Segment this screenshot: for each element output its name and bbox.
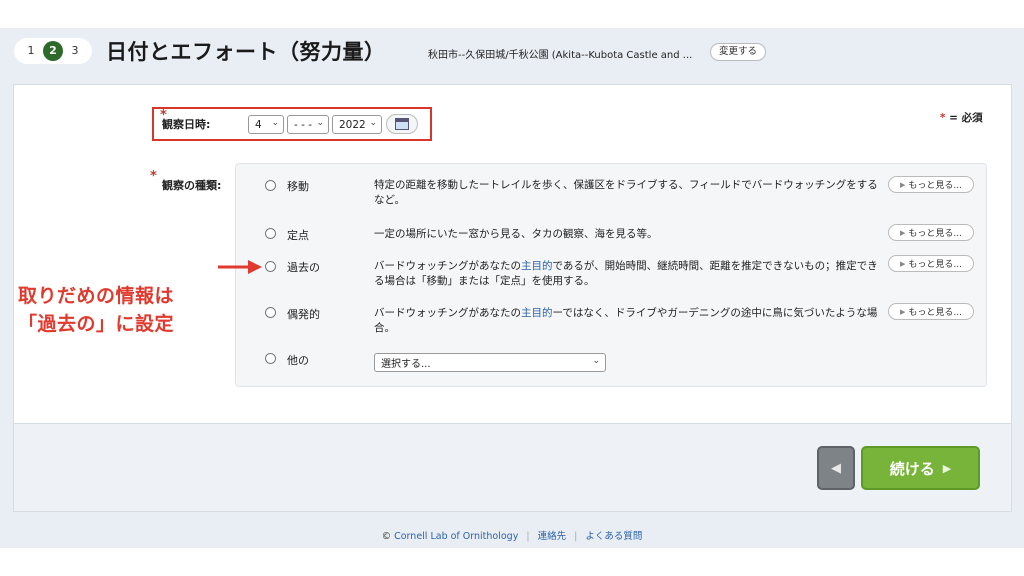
other-select-placeholder: 選択する... [381, 359, 431, 370]
forward-arrow-icon: ▶ [942, 461, 952, 475]
back-arrow-icon: ◀ [831, 460, 841, 476]
desc-text: バードウォッチングがあなたの [374, 260, 521, 272]
primary-purpose-link[interactable]: 主目的 [521, 260, 553, 272]
location-text: 秋田市--久保田城/千秋公園 (Akita--Kubota Castle and… [428, 50, 693, 61]
observation-type-panel: 移動 特定の距離を移動したートレイルを歩く、保護区をドライブする、フィールドでバ… [235, 163, 987, 387]
chevron-down-icon: ⌄ [369, 118, 377, 128]
date-label: * 観察日時: [160, 108, 211, 132]
back-button[interactable]: ◀ [817, 446, 855, 490]
more-button-stationary[interactable]: ▶ もっと見る... [888, 224, 974, 241]
faq-link[interactable]: よくある質問 [585, 531, 642, 542]
more-label: もっと見る... [908, 260, 962, 270]
year-value: 2022 [339, 118, 366, 131]
radio-incidental[interactable] [265, 307, 276, 318]
chevron-down-icon: ⌄ [592, 356, 600, 366]
more-button-incidental[interactable]: ▶ もっと見る... [888, 303, 974, 320]
option-name: 過去の [287, 261, 320, 274]
year-select[interactable]: 2022 ⌄ [332, 115, 382, 134]
other-type-select[interactable]: 選択する... ⌄ [374, 353, 606, 372]
annotation-line-2: 「過去の」に設定 [18, 313, 175, 335]
step-indicator: 1 2 3 [14, 38, 92, 64]
play-icon: ▶ [900, 307, 906, 316]
annotation-text: 取りだめの情報は 「過去の」に設定 [18, 282, 174, 338]
footer-separator: | [526, 531, 530, 542]
chevron-down-icon: ⌄ [271, 118, 279, 128]
annotation-arrow-icon [218, 260, 262, 274]
change-location-button[interactable]: 変更する [710, 43, 767, 61]
radio-other[interactable] [265, 353, 276, 364]
option-description: 一定の場所にいたー窓から見る、タカの観察、海を見る等。 [374, 228, 658, 240]
more-label: もっと見る... [908, 181, 962, 191]
date-label-text: 観察日時: [162, 118, 211, 131]
radio-traveling[interactable] [265, 180, 276, 191]
page-title: 日付とエフォート（努力量） [106, 40, 386, 64]
play-icon: ▶ [900, 180, 906, 189]
calendar-button[interactable] [386, 114, 418, 134]
observation-type-label-text: 観察の種類: [162, 179, 222, 192]
required-star: * [940, 112, 946, 124]
primary-purpose-link[interactable]: 主目的 [521, 307, 553, 319]
option-name: 移動 [287, 180, 309, 193]
date-required-star: * [160, 108, 167, 123]
play-icon: ▶ [900, 259, 906, 268]
chevron-down-icon: ⌄ [316, 118, 324, 128]
required-note: * = 必須 [940, 110, 983, 125]
month-select[interactable]: 4 ⌄ [248, 115, 284, 134]
play-icon: ▶ [900, 228, 906, 237]
more-label: もっと見る... [908, 308, 962, 318]
contact-link[interactable]: 連絡先 [538, 531, 567, 542]
annotation-line-1: 取りだめの情報は [18, 285, 175, 307]
footer-links: © Cornell Lab of Ornithology | 連絡先 | よくあ… [0, 528, 1024, 542]
radio-stationary[interactable] [265, 228, 276, 239]
type-required-star: * [150, 169, 157, 184]
month-value: 4 [255, 118, 262, 131]
continue-button[interactable]: 続ける ▶ [861, 446, 980, 490]
step-1[interactable]: 1 [21, 41, 41, 61]
more-button-traveling[interactable]: ▶ もっと見る... [888, 176, 974, 193]
copyright-symbol: © [381, 531, 392, 542]
option-name: 他の [287, 354, 309, 367]
option-name: 定点 [287, 229, 309, 242]
footer-separator: | [574, 531, 578, 542]
step-3[interactable]: 3 [65, 41, 85, 61]
more-button-historical[interactable]: ▶ もっと見る... [888, 255, 974, 272]
day-select[interactable]: - - - ⌄ [287, 115, 329, 134]
continue-label: 続ける [889, 459, 935, 478]
day-value: - - - [294, 118, 313, 131]
desc-text: バードウォッチングがあなたの [374, 307, 521, 319]
option-name: 偶発的 [287, 308, 320, 321]
option-description: バードウォッチングがあなたの主目的ーではなく、ドライブやガーデニングの途中に鳥に… [374, 306, 884, 336]
calendar-icon [395, 118, 409, 130]
observation-type-label: * 観察の種類: [150, 169, 222, 193]
step-2-active[interactable]: 2 [43, 41, 63, 61]
required-note-text: = 必須 [949, 112, 983, 124]
radio-historical[interactable] [265, 261, 276, 272]
option-description: 特定の距離を移動したートレイルを歩く、保護区をドライブする、フィールドでバードウ… [374, 179, 878, 206]
option-description: バードウォッチングがあなたの主目的であるが、開始時間、継続時間、距離を推定できな… [374, 259, 884, 289]
cornell-lab-link[interactable]: Cornell Lab of Ornithology [394, 531, 518, 542]
more-label: もっと見る... [908, 229, 962, 239]
